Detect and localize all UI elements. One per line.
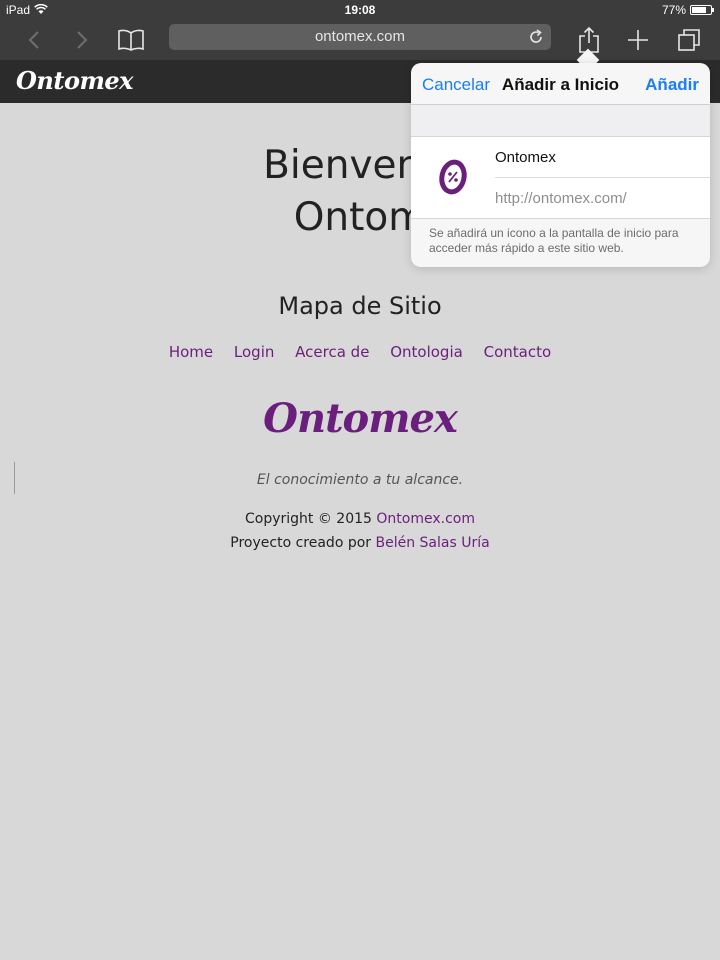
popover-nav-bar: Añadir a Inicio Cancelar Añadir [411, 63, 710, 105]
nav-link-contact[interactable]: Contacto [484, 343, 552, 361]
battery-percentage: 77% [661, 3, 686, 17]
bookmarks-button[interactable] [115, 24, 147, 56]
site-logo[interactable]: Ontomex [16, 66, 133, 95]
tabs-icon [678, 29, 700, 51]
forward-arrow-icon [77, 31, 88, 49]
address-bar[interactable]: ontomex.com [169, 24, 551, 50]
reload-icon[interactable] [527, 28, 545, 46]
copyright-line: Copyright © 2015 Ontomex.com [0, 511, 720, 527]
battery-level [692, 7, 706, 13]
back-button[interactable] [18, 24, 50, 56]
copyright-text: Copyright © 2015 [245, 511, 377, 527]
back-arrow-icon [28, 31, 39, 49]
address-text: ontomex.com [314, 28, 406, 45]
site-icon [439, 159, 467, 195]
forward-button[interactable] [66, 24, 98, 56]
bookmark-url: http://ontomex.com/ [495, 190, 627, 207]
add-to-home-popover: Añadir a Inicio Cancelar Añadir http://o… [411, 63, 710, 267]
plus-icon [628, 30, 648, 50]
bookmark-card: http://ontomex.com/ [411, 137, 710, 219]
nav-link-about[interactable]: Acerca de [295, 343, 369, 361]
sitemap-nav: Home Login Acerca de Ontologia Contacto [0, 343, 720, 361]
browser-toolbar: ontomex.com [0, 20, 720, 60]
footer-logo: Ontomex [263, 395, 458, 442]
credits-text: Proyecto creado por [230, 535, 376, 551]
new-tab-button[interactable] [622, 24, 654, 56]
nav-link-ontology[interactable]: Ontologia [390, 343, 463, 361]
copyright-link[interactable]: Ontomex.com [376, 511, 475, 527]
status-bar: iPad 19:08 77% [0, 0, 720, 20]
tagline: El conocimiento a tu alcance. [256, 472, 464, 488]
cancel-button[interactable]: Cancelar [422, 75, 490, 95]
author-link[interactable]: Belén Salas Uría [376, 535, 490, 551]
sitemap-title: Mapa de Sitio [278, 292, 442, 320]
tabs-button[interactable] [673, 24, 705, 56]
add-button[interactable]: Añadir [645, 75, 699, 95]
card-divider [495, 177, 710, 178]
popover-spacer [411, 105, 710, 137]
battery-icon [690, 5, 714, 15]
bookmarks-book-icon [118, 29, 144, 51]
nav-link-login[interactable]: Login [234, 343, 274, 361]
credits-line: Proyecto creado por Belén Salas Uría [0, 535, 720, 551]
popover-note: Se añadirá un icono a la pantalla de ini… [429, 226, 679, 255]
clock: 19:08 [344, 3, 376, 17]
nav-link-home[interactable]: Home [169, 343, 213, 361]
bookmark-name-input[interactable] [495, 149, 695, 166]
